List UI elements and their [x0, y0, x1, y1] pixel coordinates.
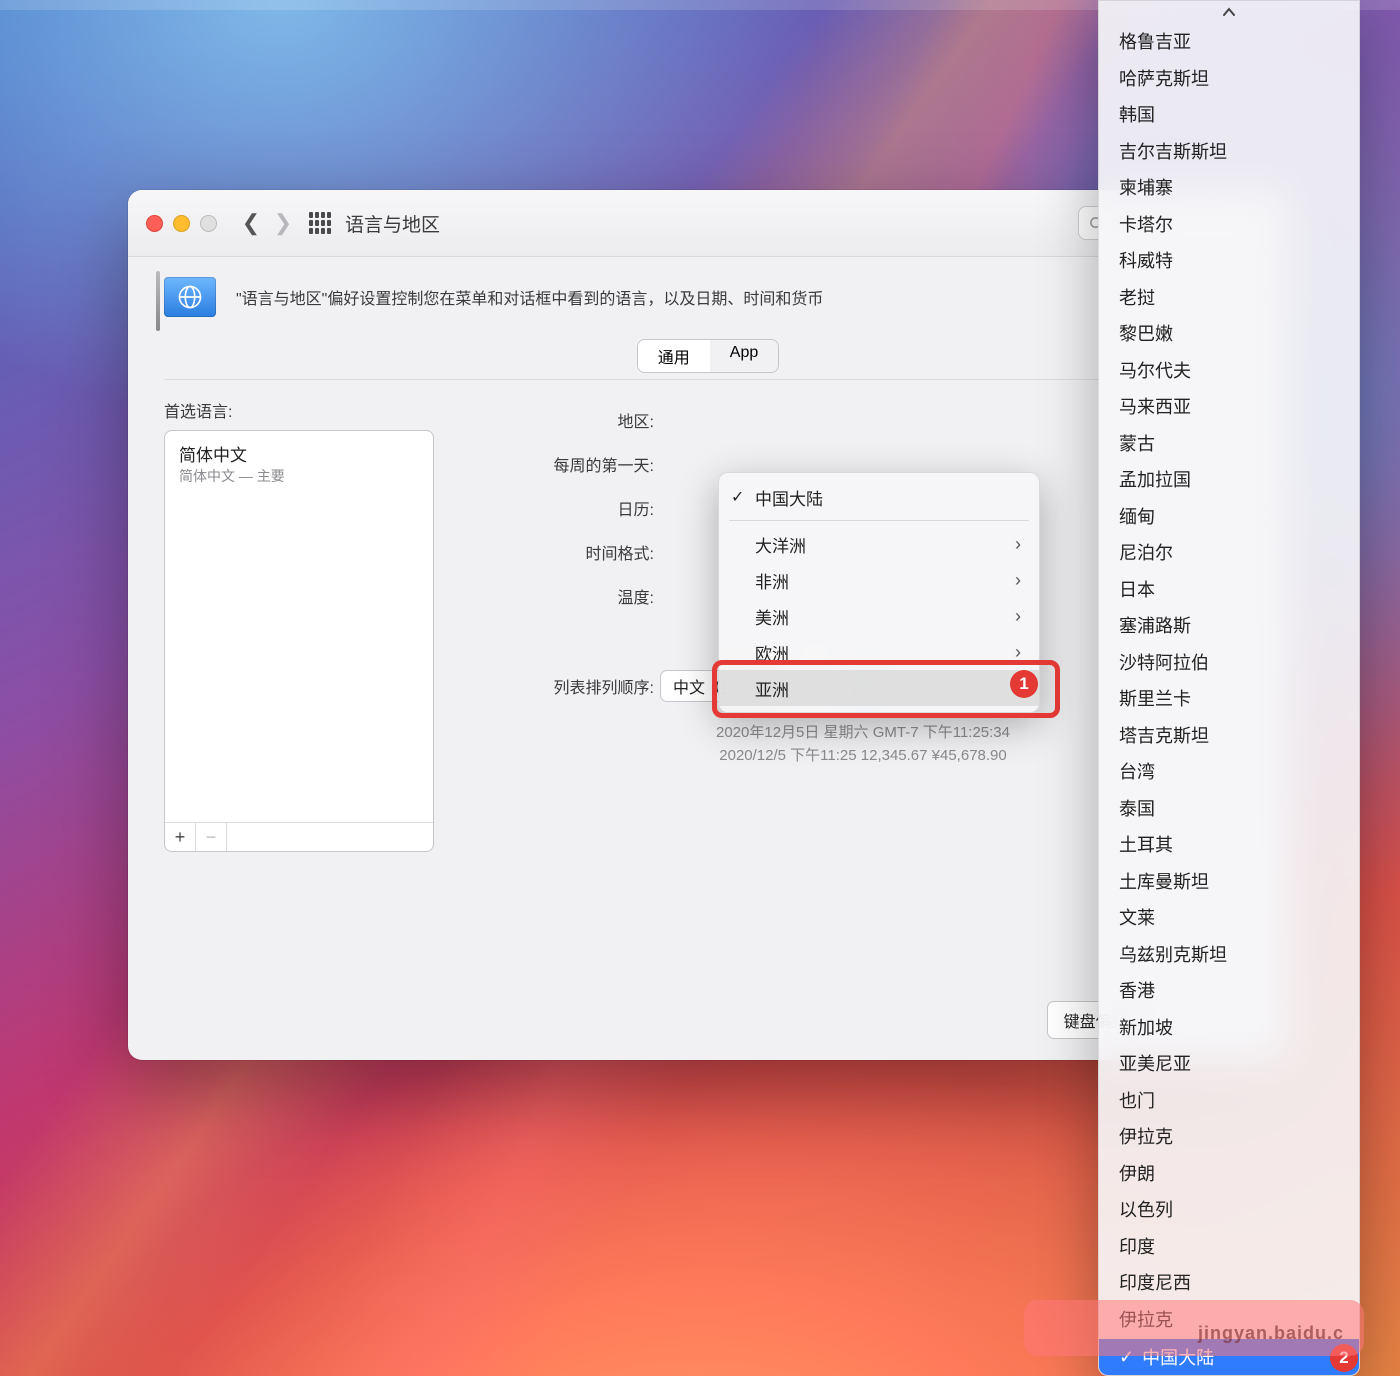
country-item[interactable]: 沙特阿拉伯	[1099, 644, 1359, 681]
country-item[interactable]: 新加坡	[1099, 1009, 1359, 1046]
country-item[interactable]: 亚美尼亚	[1099, 1045, 1359, 1082]
language-item[interactable]: 简体中文 简体中文 — 主要	[165, 431, 433, 490]
label-first-day: 每周的第一天:	[474, 452, 660, 476]
back-button[interactable]: ❮	[237, 209, 265, 237]
country-item[interactable]: 香港	[1099, 972, 1359, 1009]
preferred-languages-label: 首选语言:	[164, 398, 434, 422]
country-item-selected[interactable]: 中国大陆	[1099, 1339, 1359, 1375]
tab-general[interactable]: 通用	[638, 340, 710, 372]
add-language-button[interactable]: +	[165, 823, 196, 851]
language-sub: 简体中文 — 主要	[179, 466, 419, 486]
country-item[interactable]: 以色列	[1099, 1191, 1359, 1228]
country-item[interactable]: 日本	[1099, 571, 1359, 608]
language-list[interactable]: 简体中文 简体中文 — 主要 + −	[164, 430, 434, 852]
continent-item[interactable]: 大洋洲›	[719, 526, 1039, 562]
country-item[interactable]: 斯里兰卡	[1099, 680, 1359, 717]
country-item[interactable]: 马尔代夫	[1099, 352, 1359, 389]
menu-separator	[729, 520, 1029, 521]
label-calendar: 日历:	[474, 496, 660, 520]
show-all-icon[interactable]	[309, 212, 331, 234]
country-item[interactable]: 伊朗	[1099, 1155, 1359, 1192]
country-item[interactable]: 卡塔尔	[1099, 206, 1359, 243]
close-button[interactable]	[146, 215, 163, 232]
country-item[interactable]: 文莱	[1099, 899, 1359, 936]
country-item[interactable]: 孟加拉国	[1099, 461, 1359, 498]
globe-flag-icon	[164, 277, 216, 317]
country-item[interactable]: 泰国	[1099, 790, 1359, 827]
country-item[interactable]: 格鲁吉亚	[1099, 23, 1359, 60]
continent-item[interactable]: 欧洲›	[719, 634, 1039, 670]
country-item[interactable]: 土库曼斯坦	[1099, 863, 1359, 900]
tab-app[interactable]: App	[710, 340, 778, 372]
label-temperature: 温度:	[474, 584, 660, 608]
scroll-up-arrow-icon[interactable]	[1099, 1, 1359, 23]
country-item[interactable]: 塞浦路斯	[1099, 607, 1359, 644]
forward-button[interactable]: ❯	[269, 209, 297, 237]
country-submenu: 格鲁吉亚哈萨克斯坦韩国吉尔吉斯斯坦柬埔寨卡塔尔科威特老挝黎巴嫩马尔代夫马来西亚蒙…	[1098, 0, 1360, 1376]
country-item[interactable]: 伊拉克	[1099, 1118, 1359, 1155]
annotation-badge-1: 1	[1010, 670, 1038, 698]
country-item[interactable]: 乌兹别克斯坦	[1099, 936, 1359, 973]
zoom-button[interactable]	[200, 215, 217, 232]
continent-item[interactable]: 非洲›	[719, 562, 1039, 598]
region-current[interactable]: 中国大陆	[719, 479, 1039, 515]
country-item[interactable]: 缅甸	[1099, 498, 1359, 535]
country-item[interactable]: 老挝	[1099, 279, 1359, 316]
country-item[interactable]: 也门	[1099, 1082, 1359, 1119]
country-item[interactable]: 黎巴嫩	[1099, 315, 1359, 352]
pane-description: "语言与地区"偏好设置控制您在菜单和对话框中看到的语言，以及日期、时间和货币	[236, 285, 823, 309]
remove-language-button[interactable]: −	[196, 823, 227, 851]
country-item[interactable]: 伊拉克	[1099, 1301, 1359, 1338]
country-item[interactable]: 台湾	[1099, 753, 1359, 790]
chevron-right-icon: ›	[1015, 570, 1021, 591]
continent-item[interactable]: 亚洲›	[719, 670, 1039, 706]
country-item[interactable]: 吉尔吉斯斯坦	[1099, 133, 1359, 170]
label-region: 地区:	[474, 408, 660, 432]
country-item[interactable]: 蒙古	[1099, 425, 1359, 462]
country-item[interactable]: 柬埔寨	[1099, 169, 1359, 206]
country-item[interactable]: 科威特	[1099, 242, 1359, 279]
country-item[interactable]: 尼泊尔	[1099, 534, 1359, 571]
country-item[interactable]: 马来西亚	[1099, 388, 1359, 425]
minimize-button[interactable]	[173, 215, 190, 232]
label-sort-order: 列表排列顺序:	[474, 674, 660, 698]
chevron-right-icon: ›	[1015, 534, 1021, 555]
window-title: 语言与地区	[345, 210, 440, 237]
annotation-badge-2: 2	[1330, 1344, 1358, 1372]
country-item[interactable]: 哈萨克斯坦	[1099, 60, 1359, 97]
chevron-right-icon: ›	[1015, 606, 1021, 627]
traffic-lights	[146, 215, 217, 232]
tab-segment: 通用 App	[637, 339, 779, 373]
country-item[interactable]: 土耳其	[1099, 826, 1359, 863]
chevron-right-icon: ›	[1015, 642, 1021, 663]
region-popup-menu: 中国大陆 大洋洲›非洲›美洲›欧洲›亚洲›	[718, 472, 1040, 713]
language-name: 简体中文	[179, 441, 419, 466]
country-item[interactable]: 韩国	[1099, 96, 1359, 133]
country-item[interactable]: 印度尼西	[1099, 1264, 1359, 1301]
country-item[interactable]: 印度	[1099, 1228, 1359, 1265]
country-item[interactable]: 塔吉克斯坦	[1099, 717, 1359, 754]
label-time-format: 时间格式:	[474, 540, 660, 564]
continent-item[interactable]: 美洲›	[719, 598, 1039, 634]
